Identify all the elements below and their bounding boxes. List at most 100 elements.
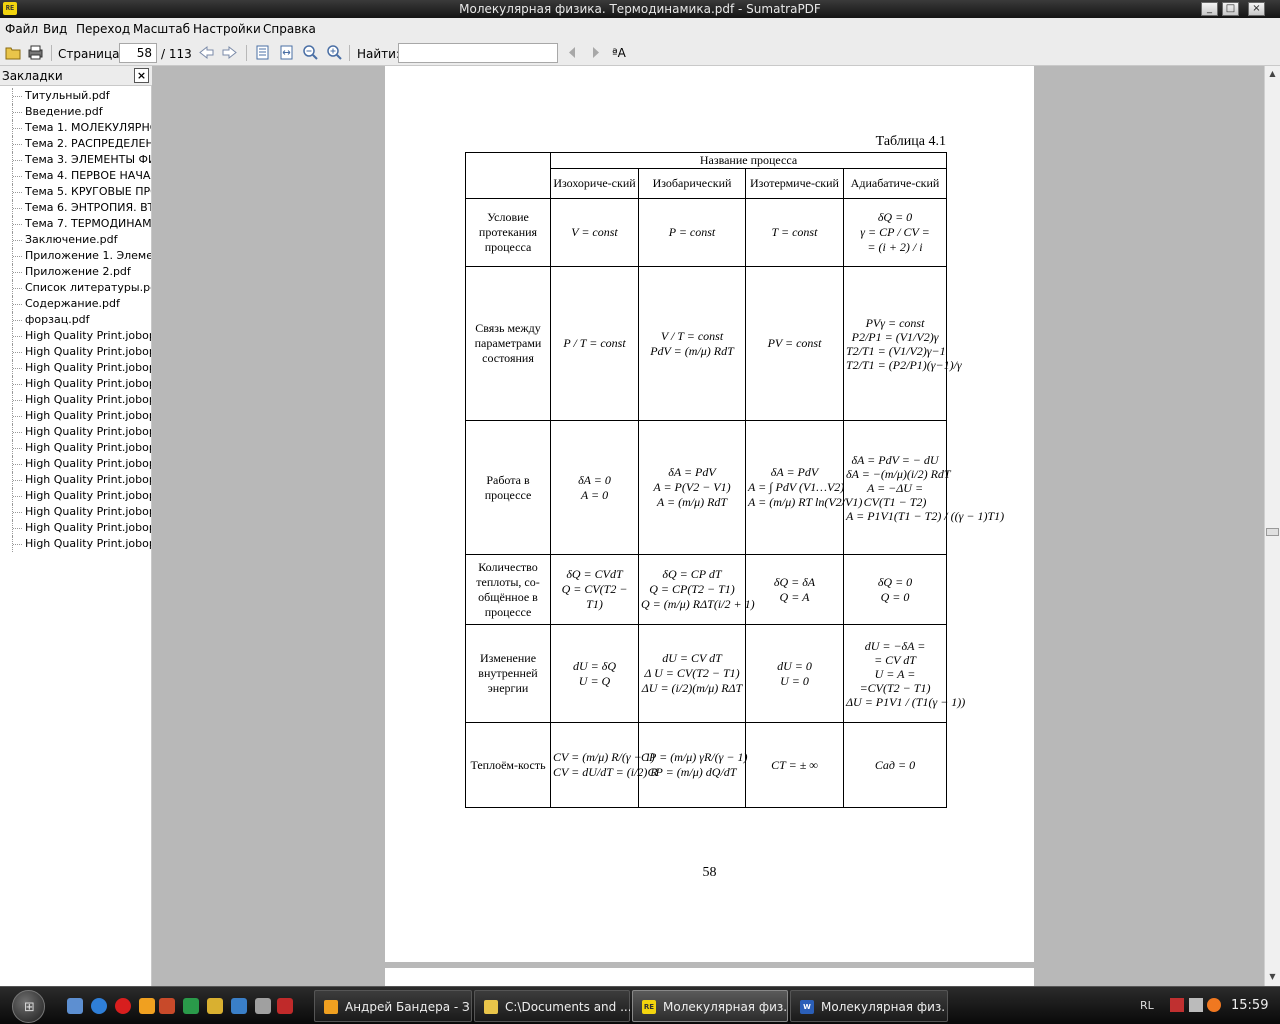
app-icon[interactable] [255,998,271,1014]
formula: δA = PdV = − dU [851,452,939,467]
bookmark-item[interactable]: High Quality Print.jobop [0,456,152,472]
formula: δA = PdV [668,465,716,479]
bookmark-item[interactable]: High Quality Print.jobop [0,408,151,424]
maximize-button[interactable]: □ [1222,2,1239,16]
task-aimp[interactable]: Андрей Бандера - З... [314,990,472,1022]
language-indicator[interactable]: RL [1140,999,1154,1012]
aimp-icon[interactable] [139,998,155,1014]
next-pdf-page [385,968,1034,986]
show-desktop-icon[interactable] [67,998,83,1014]
formula: ΔU = (i/2)(m/μ) RΔT [641,681,743,695]
tree-line [12,200,22,216]
bookmark-item[interactable]: Приложение 2.pdf [0,264,151,280]
match-case-icon[interactable]: ªA [612,46,626,60]
minimize-button[interactable]: _ [1201,2,1218,16]
tray-app-icon[interactable] [1207,998,1221,1012]
formula: Q = CV(T2 − [561,582,628,596]
bookmark-item[interactable]: форзац.pdf [0,312,151,328]
bookmark-item[interactable]: Заключение.pdf [0,232,151,248]
bookmark-item[interactable]: High Quality Print.jobop [0,344,151,360]
print-icon[interactable] [27,44,44,61]
bookmark-item[interactable]: High Quality Print.jobop [0,472,151,488]
menu-file[interactable]: Файл [5,22,38,36]
next-page-icon[interactable] [221,44,238,61]
volume-icon[interactable] [1189,998,1203,1012]
aimp-icon [324,1000,338,1014]
page-number-input[interactable] [119,43,157,63]
bookmark-item[interactable]: High Quality Print.jobop [0,328,151,344]
bookmark-item[interactable]: Тема 2. РАСПРЕДЕЛЕНИ [0,136,151,152]
opera-icon[interactable] [115,998,131,1014]
formula: A = P1V1(T1 − T2) / ((γ − 1)T1) [846,508,1005,523]
find-input[interactable] [398,43,558,63]
app-icon[interactable] [231,998,247,1014]
bookmark-item[interactable]: High Quality Print.jobop [0,424,151,440]
scroll-thumb[interactable] [1266,528,1279,536]
menu-help[interactable]: Справка [263,22,316,36]
table-cell: CP = (m/μ) γR/(γ − 1) CP = (m/μ) dQ/dT [638,722,747,808]
bookmark-item[interactable]: High Quality Print.jobop [0,504,152,520]
app-icon[interactable] [183,998,199,1014]
bookmark-item[interactable]: Введение.pdf [0,104,151,120]
bookmark-item[interactable]: Содержание.pdf [0,296,151,312]
menu-view[interactable]: Вид [43,22,67,36]
bookmark-label: Содержание.pdf [25,297,120,310]
bookmark-item[interactable]: High Quality Print.jobop [0,440,151,456]
toolbar-separator [246,45,247,61]
bookmark-item[interactable]: High Quality Print.jobop [0,536,151,552]
bookmark-item[interactable]: Тема 5. КРУГОВЫЕ ПРО [0,184,151,200]
scroll-up-icon[interactable]: ▲ [1267,69,1278,80]
bookmark-item[interactable]: High Quality Print.jobop [0,392,151,408]
task-word[interactable]: W Молекулярная физ... [790,990,948,1022]
zoom-out-icon[interactable] [302,44,319,61]
bookmark-label: High Quality Print.jobop [25,505,152,518]
formula: = (i + 2) / i [867,240,923,254]
toolbar-separator [51,45,52,61]
bookmark-item[interactable]: High Quality Print.jobop [0,520,151,536]
find-prev-icon[interactable] [564,44,581,61]
prev-page-icon[interactable] [198,44,215,61]
vertical-scrollbar[interactable]: ▲ ▼ [1264,66,1280,986]
zoom-in-icon[interactable] [326,44,343,61]
table-row: Теплоём-кость CV = (m/μ) R/(γ − 1) CV = dU… [465,722,948,808]
bookmark-item[interactable]: High Quality Print.jobop [0,360,151,376]
network-icon[interactable] [1170,998,1184,1012]
bookmark-item[interactable]: Тема 4. ПЕРВОЕ НАЧАЛО [0,168,151,184]
bookmark-label: форзац.pdf [25,313,90,326]
task-sumatra[interactable]: RE Молекулярная физ... [632,990,788,1022]
bookmark-item[interactable]: Тема 3. ЭЛЕМЕНТЫ ФИЗ [0,152,151,168]
fit-width-icon[interactable] [278,44,295,61]
fit-page-icon[interactable] [254,44,271,61]
bookmark-item[interactable]: Список литературы.pdf [0,280,151,296]
app-icon[interactable] [159,998,175,1014]
formula: PdV = (m/μ) RdT [650,343,734,358]
tree-line [12,312,22,328]
bookmark-item[interactable]: High Quality Print.jobop [0,376,151,392]
bookmark-item[interactable]: Приложение 1. Элемен [0,248,151,264]
open-folder-icon[interactable] [5,44,22,61]
table-cell: T = const [745,198,844,267]
close-bookmarks-button[interactable]: × [134,68,149,83]
bookmarks-tree[interactable]: Титульный.pdf Введение.pdf Тема 1. МОЛЕКУЛ… [0,86,152,986]
start-button[interactable]: ⊞ [12,990,45,1023]
bookmark-item[interactable]: Тема 7. ТЕРМОДИНАМИ [0,216,151,232]
menu-go[interactable]: Переход [76,22,130,36]
bookmark-item[interactable]: Тема 6. ЭНТРОПИЯ. ВТО [0,200,151,216]
find-label: Найти: [357,47,401,61]
find-next-icon[interactable] [587,44,604,61]
app-icon[interactable] [277,998,293,1014]
bookmark-item[interactable]: Титульный.pdf [0,88,151,104]
scroll-down-icon[interactable]: ▼ [1267,972,1278,983]
formula: T1) [586,597,603,611]
task-explorer[interactable]: C:\Documents and ... [474,990,630,1022]
bookmark-label: High Quality Print.jobop [25,457,152,470]
document-canvas[interactable]: Таблица 4.1 Название процесса Изохориче-… [152,66,1264,986]
app-icon[interactable] [207,998,223,1014]
menu-zoom[interactable]: Масштаб [133,22,190,36]
internet-explorer-icon[interactable] [91,998,107,1014]
close-button[interactable]: × [1248,2,1265,16]
bookmark-item[interactable]: Тема 1. МОЛЕКУЛЯРНО- [0,120,151,136]
menu-settings[interactable]: Настройки [193,22,261,36]
table-cell: V / T = const PdV = (m/μ) RdT [638,266,746,421]
bookmark-item[interactable]: High Quality Print.jobop [0,488,151,504]
